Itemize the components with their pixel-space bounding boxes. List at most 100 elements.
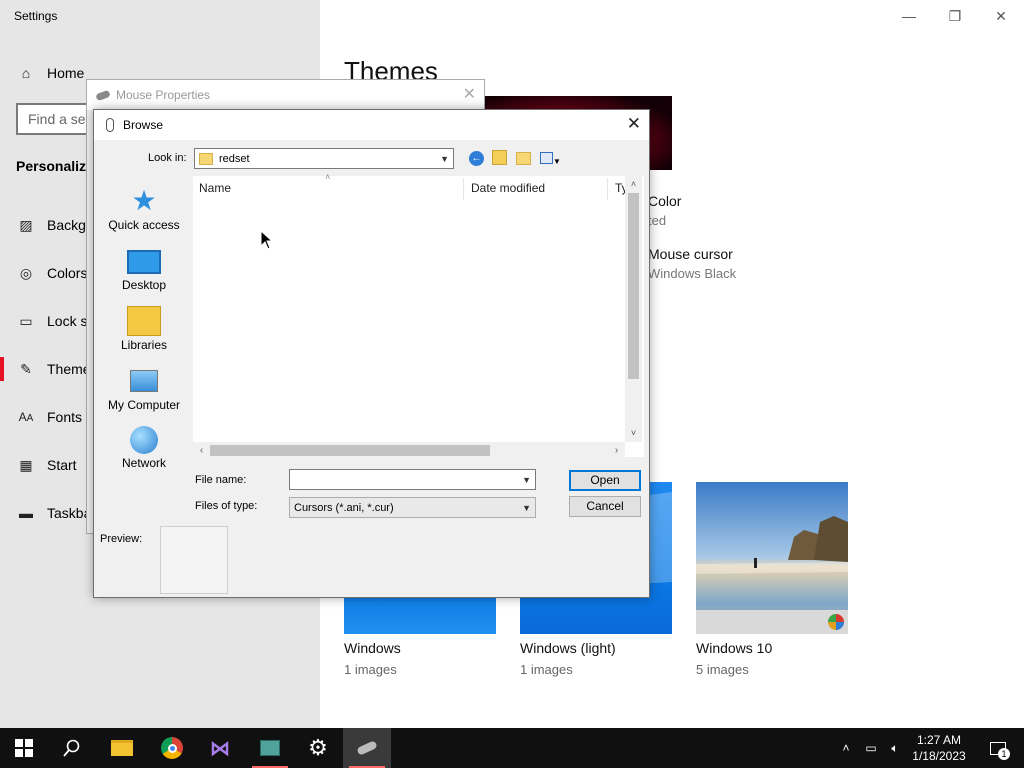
scrollbar-thumb[interactable] [210,445,490,456]
taskbar-icon: ▬ [19,505,33,521]
browse-dialog: Browse ✕ Look in: redset ▼ ← ▼ ★ Quick a… [93,109,650,598]
network-icon[interactable]: ▭ [860,728,882,768]
horizontal-scrollbar[interactable]: ‹ › [193,442,625,459]
mouse-icon [106,118,114,132]
vertical-scrollbar[interactable]: ˄ ˅ [625,176,642,442]
mouse-cursor-setting-value: Windows Black [648,266,737,281]
restore-button[interactable]: ❐ [932,4,978,28]
theme-image-count: 1 images [520,662,573,677]
preview-box [160,526,228,594]
volume-icon[interactable]: 🔈︎ [884,728,906,768]
sidebar-item-label: Fonts [47,409,83,425]
place-quick-access[interactable]: ★ Quick access [98,185,190,233]
settings-taskbar-button[interactable]: ⚙ [294,728,342,768]
folder-icon [199,152,213,165]
close-button[interactable]: ✕ [978,4,1024,28]
look-in-label: Look in: [148,152,187,164]
mouse-properties-close-button[interactable]: ✕ [463,84,476,104]
place-desktop[interactable]: Desktop [98,246,190,292]
theme-name: Windows 10 [696,640,773,656]
app-icon [260,740,280,756]
sidebar-item-colors[interactable]: ◎ Colors [16,258,88,288]
search-button[interactable] [48,728,96,768]
star-icon: ★ [131,185,157,216]
desktop-icon [127,250,161,274]
visual-studio-button[interactable]: ⋈ [196,728,244,768]
file-explorer-button[interactable] [98,728,146,768]
place-libraries[interactable]: Libraries [98,306,190,352]
files-of-type-dropdown[interactable]: Cursors (*.ani, *.cur) ▼ [289,497,536,518]
gear-icon: ⚙ [308,735,328,760]
sidebar-item-taskbar[interactable]: ▬ Taskbar [16,498,96,528]
notification-count: 1 [998,748,1010,760]
column-header-type[interactable]: Ty [615,176,625,200]
place-my-computer[interactable]: My Computer [98,366,190,412]
place-network[interactable]: Network [98,426,190,470]
look-in-value: redset [219,152,250,165]
sidebar-item-label: Colors [47,265,88,281]
scroll-up-icon[interactable]: ˄ [625,176,642,193]
start-button[interactable] [0,728,48,768]
color-setting-value: ted [648,213,667,228]
visual-studio-icon: ⋈ [210,737,230,760]
action-center-button[interactable]: 1 [978,728,1018,768]
files-of-type-label: Files of type: [195,500,258,512]
look-in-dropdown[interactable]: redset ▼ [194,148,454,169]
mouse-properties-titlebar[interactable]: Mouse Properties ✕ [87,80,484,110]
clock-time: 1:27 AM [916,733,962,747]
chevron-down-icon: ▼ [440,153,449,164]
column-header-name[interactable]: Name [199,176,231,200]
theme-image-count: 1 images [344,662,397,677]
theme-tile-windows-10[interactable] [696,482,848,634]
file-name-input[interactable]: ▼ [289,469,536,490]
chrome-button[interactable] [148,728,196,768]
view-menu-icon[interactable]: ▼ [540,152,562,166]
files-of-type-value: Cursors (*.ani, *.cur) [294,501,394,514]
file-name-label: File name: [195,474,247,486]
cancel-button[interactable]: Cancel [569,496,641,517]
home-link[interactable]: ⌂ Home [16,58,85,88]
back-icon[interactable]: ← [469,151,484,166]
computer-icon [130,370,158,392]
browse-titlebar[interactable]: Browse ✕ [94,110,649,140]
theme-image-count: 5 images [696,662,749,677]
settings-window-title: Settings [14,9,58,23]
app-button[interactable] [246,728,294,768]
scrollbar-thumb[interactable] [628,193,639,379]
beach-photo [696,482,848,634]
browse-title: Browse [123,118,164,132]
preview-label: Preview: [100,533,143,545]
up-folder-icon[interactable] [492,150,507,165]
chevron-down-icon: ▼ [522,474,531,485]
color-setting-link[interactable]: Color [648,193,681,209]
mouse-properties-taskbar-button[interactable] [343,728,391,768]
chevron-down-icon: ▼ [522,502,531,513]
fonts-icon: AA [18,410,34,424]
file-list[interactable]: ˄ Name Date modified Ty ˄ ˅ ‹ › [193,172,644,459]
clock-date: 1/18/2023 [912,749,966,763]
scroll-left-icon[interactable]: ‹ [193,442,210,459]
mouse-cursor-setting-link[interactable]: Mouse cursor [648,246,733,262]
taskbar: ⋈ ⚙ ˄ ▭ 🔈︎ 1:27 AM 1/18/2023 1 [0,728,1024,768]
sidebar-item-start[interactable]: ▦ Start [16,450,77,480]
show-hidden-icons-button[interactable]: ˄ [836,728,856,768]
new-folder-icon[interactable] [516,152,531,165]
clock[interactable]: 1:27 AM 1/18/2023 [906,728,972,768]
column-header-date-modified[interactable]: Date modified [471,176,545,200]
home-icon: ⌂ [21,65,31,81]
start-icon: ▦ [19,456,33,473]
scroll-right-icon[interactable]: › [608,442,625,459]
mouse-properties-title: Mouse Properties [116,88,211,102]
scroll-down-icon[interactable]: ˅ [625,425,642,442]
libraries-icon [127,306,161,336]
sidebar-item-fonts[interactable]: AA Fonts [16,402,82,432]
palette-icon: ◎ [19,264,33,281]
column-separator [607,178,608,200]
sidebar-item-label: Start [47,457,77,473]
browse-close-button[interactable]: ✕ [627,114,641,134]
themes-icon: ✎ [20,360,32,377]
windows-start-icon [15,739,33,757]
mouse-icon [356,740,378,756]
open-button[interactable]: Open [569,470,641,491]
minimize-button[interactable]: — [886,4,932,28]
